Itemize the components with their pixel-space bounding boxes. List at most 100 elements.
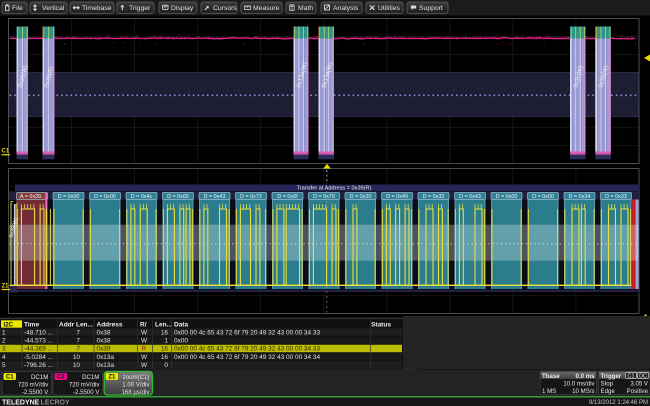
svg-text:C1: C1 [2, 149, 10, 155]
svg-text:-44.573 ...: -44.573 ... [24, 338, 53, 345]
svg-text:D = 0x4c: D = 0x4c [131, 194, 153, 200]
svg-text:10.0 ms/div: 10.0 ms/div [563, 380, 595, 387]
svg-text:10: 10 [73, 362, 81, 369]
svg-text:0x00 00 4c 65 43 72 6f 79 20 4: 0x00 00 4c 65 43 72 6f 79 20 49 32 43 00… [174, 329, 320, 336]
svg-text:Vertical: Vertical [42, 5, 65, 12]
svg-text:Tbase: Tbase [542, 373, 560, 380]
svg-text:Positive: Positive [627, 388, 649, 395]
svg-text:D = 0x20: D = 0x20 [350, 194, 372, 200]
svg-text:3: 3 [2, 346, 6, 353]
svg-text:File: File [12, 5, 23, 12]
svg-text:A = 0x39..: A = 0x39.. [20, 194, 44, 200]
svg-text:7: 7 [76, 346, 80, 353]
svg-text:2: 2 [2, 338, 6, 345]
svg-text:D = 0x33: D = 0x33 [605, 194, 627, 200]
svg-text:D = 0x00: D = 0x00 [496, 194, 518, 200]
svg-text:LECROY: LECROY [41, 399, 71, 406]
svg-text:D = 0x6f: D = 0x6f [277, 194, 298, 200]
svg-text:9/13/2012 1:24:46 PM: 9/13/2012 1:24:46 PM [589, 400, 648, 406]
svg-text:1.00 V/div: 1.00 V/div [122, 381, 150, 388]
svg-text:Support: Support [419, 5, 443, 12]
svg-text:W: W [141, 362, 148, 369]
svg-text:W: W [141, 338, 148, 345]
svg-text:Z1: Z1 [2, 284, 10, 290]
svg-text:D = 0x32: D = 0x32 [423, 194, 445, 200]
svg-text:D = 0x00: D = 0x00 [532, 194, 554, 200]
svg-text:0x00 00 4c 65 43 72 6f 79 20 4: 0x00 00 4c 65 43 72 6f 79 20 49 32 43 00… [174, 346, 320, 353]
svg-text:5: 5 [2, 362, 6, 369]
svg-text:Stop: Stop [601, 380, 614, 387]
svg-text:0.0 ms: 0.0 ms [576, 373, 596, 380]
svg-text:Math: Math [298, 5, 313, 12]
svg-text:0: 0 [164, 362, 168, 369]
svg-text:D = 0x49: D = 0x49 [386, 194, 408, 200]
svg-text:DC: DC [639, 373, 647, 379]
svg-text:-2.5500 V: -2.5500 V [22, 389, 49, 396]
svg-text:D = 0x00: D = 0x00 [94, 194, 116, 200]
svg-text:0x39: 0x39 [97, 346, 111, 353]
svg-text:Status: Status [371, 321, 391, 328]
svg-text:Trigger: Trigger [129, 5, 151, 12]
svg-text:C1: C1 [6, 375, 14, 381]
svg-text:W: W [141, 354, 148, 361]
svg-text:0x00 00 4c 65 43 72 6f 79 20 4: 0x00 00 4c 65 43 72 6f 79 20 49 32 43 00… [174, 354, 320, 361]
svg-text:DC1M: DC1M [82, 374, 99, 381]
svg-text:Addr Len...: Addr Len... [59, 321, 93, 328]
svg-text:0x38: 0x38 [97, 329, 111, 336]
svg-text:Trigger: Trigger [601, 373, 622, 380]
svg-text:W: W [141, 329, 148, 336]
svg-text:16: 16 [161, 354, 169, 361]
svg-text:-5.0284 ...: -5.0284 ... [24, 354, 53, 361]
svg-text:Analysis: Analysis [333, 5, 359, 12]
svg-text:C2: C2 [57, 375, 65, 381]
svg-text:Edge: Edge [601, 388, 616, 395]
svg-text:Utilities: Utilities [378, 5, 401, 12]
svg-text:Time: Time [24, 321, 39, 328]
svg-text:DC1M: DC1M [31, 374, 48, 381]
svg-text:D = 0x34: D = 0x34 [569, 194, 591, 200]
svg-text:R: R [142, 346, 147, 353]
svg-text:Len...: Len... [155, 321, 172, 328]
svg-text:D = 0x79: D = 0x79 [313, 194, 335, 200]
svg-text:1: 1 [164, 338, 168, 345]
svg-text:16: 16 [161, 346, 169, 353]
svg-text:Measure: Measure [253, 5, 280, 12]
svg-text:4: 4 [2, 354, 6, 361]
svg-text:I2C: I2C [4, 321, 14, 328]
svg-text:zoom(C1): zoom(C1) [123, 374, 150, 381]
svg-text:10 MS/s: 10 MS/s [572, 388, 594, 395]
svg-text:Timebase: Timebase [82, 5, 112, 12]
svg-text:-48.710 ...: -48.710 ... [24, 329, 53, 336]
svg-text:Display: Display [171, 5, 194, 12]
svg-text:Cursors: Cursors [213, 5, 237, 12]
svg-text:D = 0x72: D = 0x72 [240, 194, 262, 200]
svg-text:TELEDYNE: TELEDYNE [2, 399, 40, 406]
svg-text:D = 0x00: D = 0x00 [58, 194, 80, 200]
svg-text:-2.5500 V: -2.5500 V [73, 389, 100, 396]
svg-text:168 µs/div: 168 µs/div [121, 389, 150, 396]
svg-text:7: 7 [76, 338, 80, 345]
svg-text:C1: C1 [628, 373, 635, 379]
svg-text:Z1: Z1 [108, 375, 116, 381]
svg-text:3.05 V: 3.05 V [630, 380, 649, 387]
svg-text:Address: Address [97, 321, 123, 328]
svg-text:-44.369 ...: -44.369 ... [24, 346, 53, 353]
svg-text:D = 0x43: D = 0x43 [459, 194, 481, 200]
svg-text:Data: Data [174, 321, 188, 328]
svg-text:Transfer at Address = 0x39(R): Transfer at Address = 0x39(R) [297, 186, 372, 192]
svg-text:R/: R/ [140, 321, 147, 328]
svg-text:D = 0x43: D = 0x43 [204, 194, 226, 200]
svg-text:0x00: 0x00 [174, 338, 188, 345]
svg-text:0x13a: 0x13a [97, 354, 115, 361]
svg-text:720 mV/div: 720 mV/div [18, 381, 49, 388]
svg-text:720 mV/div: 720 mV/div [69, 381, 100, 388]
svg-text:16: 16 [161, 329, 169, 336]
svg-text:10: 10 [73, 354, 81, 361]
svg-text:0x38: 0x38 [97, 338, 111, 345]
svg-text:-796.26 ...: -796.26 ... [24, 362, 53, 369]
svg-text:1 MS: 1 MS [542, 388, 556, 395]
svg-text:0x13a: 0x13a [97, 362, 115, 369]
svg-text:D = 0x65: D = 0x65 [167, 194, 189, 200]
svg-text:1: 1 [2, 329, 6, 336]
svg-text:7: 7 [76, 329, 80, 336]
